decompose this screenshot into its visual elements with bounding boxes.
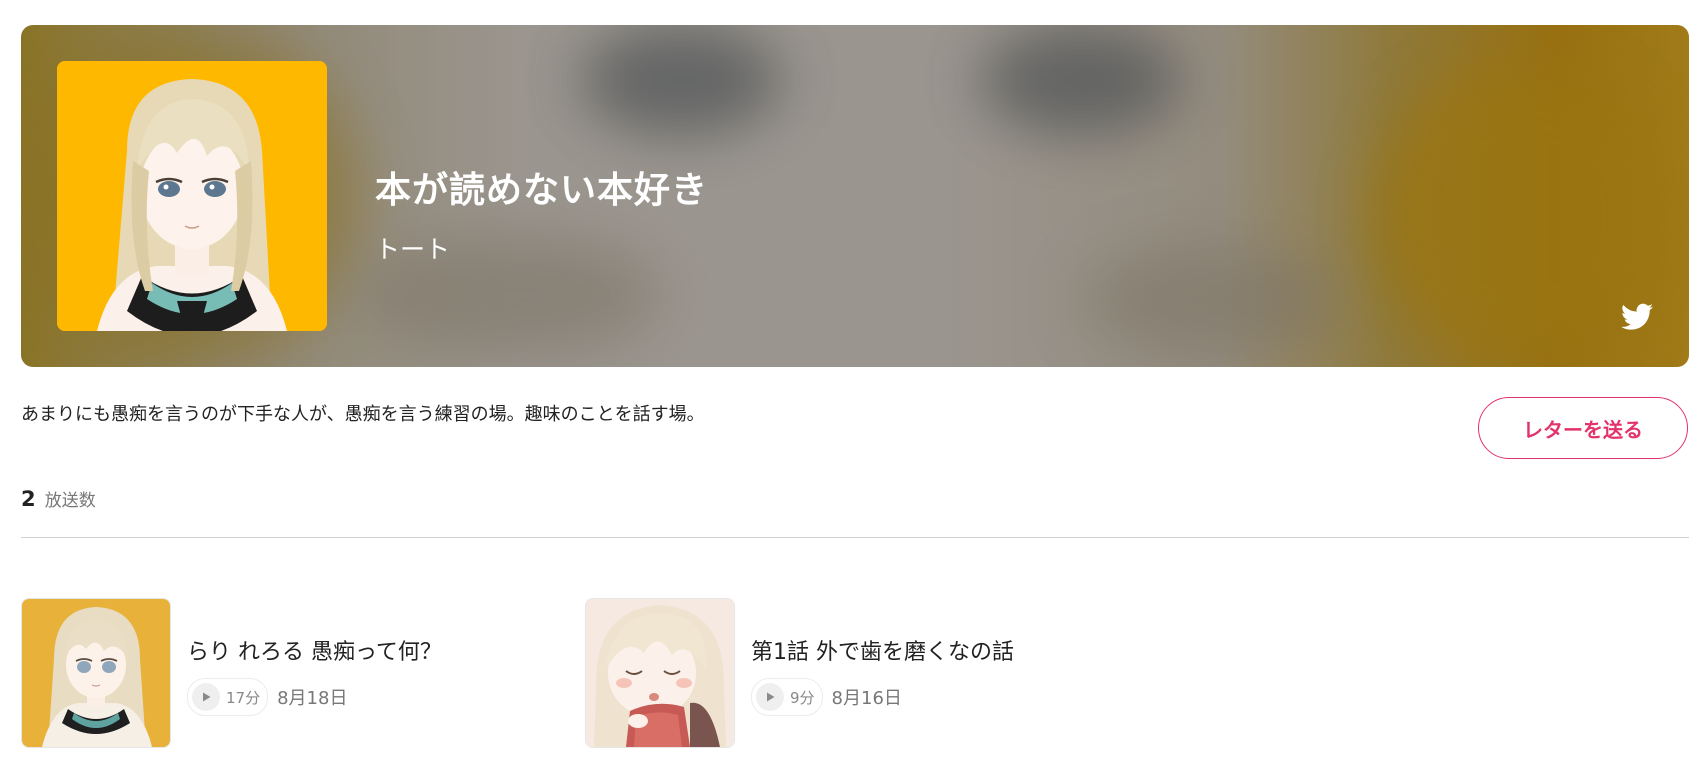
podcast-header-banner: 本が読めない本好き トート [21, 25, 1689, 367]
episode-meta: 9分 8月16日 [751, 678, 902, 716]
episode-date: 8月16日 [831, 688, 902, 709]
episode-title[interactable]: 第1話 外で歯を磨くなの話 [751, 634, 1014, 666]
twitter-icon[interactable] [1621, 303, 1653, 331]
episode-date: 8月18日 [277, 688, 348, 709]
episode-duration: 9分 [790, 688, 815, 707]
play-button[interactable]: 17分 [187, 678, 269, 716]
play-button[interactable]: 9分 [751, 678, 823, 716]
episode-count-value: 2 [21, 487, 36, 511]
episode-item[interactable]: らり れろる 愚痴って何？ 17分 8月18日 [21, 598, 561, 748]
anime-girl-reading-book [586, 599, 734, 747]
episode-duration: 17分 [226, 688, 261, 707]
episode-thumbnail[interactable] [21, 598, 171, 748]
anime-girl-illustration [57, 61, 327, 331]
banner-blur-shape [1081, 245, 1341, 355]
episode-count-label: 放送数 [44, 491, 96, 511]
banner-blur-shape [981, 25, 1181, 135]
podcast-title: 本が読めない本好き [375, 170, 709, 211]
divider [21, 537, 1689, 538]
banner-blur-shape [581, 25, 781, 135]
episode-thumbnail[interactable] [585, 598, 735, 748]
episode-title[interactable]: らり れろる 愚痴って何？ [187, 634, 442, 666]
anime-girl-blonde [22, 599, 170, 747]
episode-item[interactable]: 第1話 外で歯を磨くなの話 9分 8月16日 [585, 598, 1145, 748]
podcast-cover-image [57, 61, 327, 331]
play-icon [756, 683, 784, 711]
podcast-description: あまりにも愚痴を言うのが下手な人が、愚痴を言う練習の場。趣味のことを話す場。 [21, 404, 705, 425]
podcast-author: トート [375, 235, 451, 264]
episode-meta: 17分 8月18日 [187, 678, 347, 716]
play-icon [192, 683, 220, 711]
episode-count-stat: 2 放送数 [21, 486, 96, 511]
send-letter-button[interactable]: レターを送る [1478, 397, 1688, 459]
